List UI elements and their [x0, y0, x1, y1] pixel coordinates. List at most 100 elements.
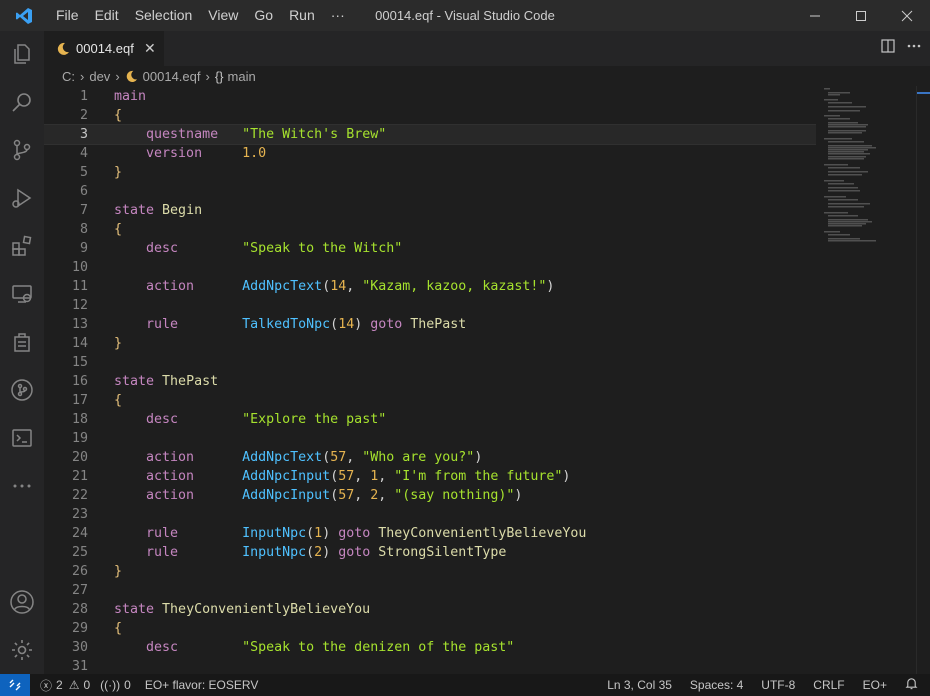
remote-indicator-icon[interactable]: [0, 674, 30, 696]
breadcrumb-drive[interactable]: C:: [62, 69, 75, 84]
line-number: 18: [71, 412, 88, 427]
code-line[interactable]: 7 state Begin: [44, 201, 816, 220]
menu-view[interactable]: View: [200, 0, 246, 31]
code-editor[interactable]: 1 main 2{3 questname "The Witch's Brew" 4 v…: [44, 86, 816, 674]
code-line[interactable]: 5}: [44, 163, 816, 182]
code-line[interactable]: 31: [44, 657, 816, 674]
ports-indicator[interactable]: ((·)) 0: [100, 678, 131, 692]
indentation[interactable]: Spaces: 4: [690, 678, 743, 692]
code-line[interactable]: 15: [44, 353, 816, 372]
split-editor-icon[interactable]: [880, 38, 896, 59]
line-number: 16: [71, 374, 88, 389]
flavor-indicator[interactable]: EO+ flavor: EOSERV: [145, 678, 259, 692]
cursor-position-marker: [917, 92, 930, 94]
code-line[interactable]: 18 desc "Explore the past": [44, 410, 816, 429]
language-mode[interactable]: EO+: [863, 678, 887, 692]
line-text: questname "The Witch's Brew": [146, 127, 387, 142]
close-icon[interactable]: [884, 0, 930, 31]
code-line[interactable]: 11 action AddNpcText(14, "Kazam, kazoo, …: [44, 277, 816, 296]
code-line[interactable]: 12: [44, 296, 816, 315]
encoding[interactable]: UTF-8: [761, 678, 795, 692]
line-number: 14: [71, 336, 88, 351]
code-line[interactable]: 8{: [44, 220, 816, 239]
breadcrumb-folder[interactable]: dev: [89, 69, 110, 84]
line-number: 26: [71, 564, 88, 579]
line-number: 30: [71, 640, 88, 655]
tab-close-icon[interactable]: ✕: [144, 40, 156, 57]
code-line[interactable]: 25 rule InputNpc(2) goto StrongSilentTyp…: [44, 543, 816, 562]
maximize-icon[interactable]: [838, 0, 884, 31]
line-text: }: [114, 564, 123, 579]
line-number: 19: [71, 431, 88, 446]
code-line[interactable]: 20 action AddNpcText(57, "Who are you?"): [44, 448, 816, 467]
code-line[interactable]: 14}: [44, 334, 816, 353]
code-line[interactable]: 13 rule TalkedToNpc(14) goto ThePast: [44, 315, 816, 334]
code-line[interactable]: 10: [44, 258, 816, 277]
code-line[interactable]: 29 {: [44, 619, 816, 638]
code-line[interactable]: 16 state ThePast: [44, 372, 816, 391]
menu-more[interactable]: ···: [323, 0, 353, 31]
line-number: 12: [71, 298, 88, 313]
remote-explorer-icon[interactable]: [0, 274, 44, 314]
run-debug-icon[interactable]: [0, 178, 44, 218]
code-line[interactable]: 22 action AddNpcInput(57, 2, "(say nothi…: [44, 486, 816, 505]
chevron-right-icon: ›: [205, 68, 210, 84]
line-text: rule InputNpc(1) goto TheyConvenientlyBe…: [146, 526, 587, 541]
cursor-position[interactable]: Ln 3, Col 35: [607, 678, 672, 692]
code-line[interactable]: 27: [44, 581, 816, 600]
minimap-preview: [824, 88, 876, 242]
minimize-icon[interactable]: [792, 0, 838, 31]
tab-00014-eqf[interactable]: 00014.eqf ✕: [44, 31, 164, 66]
account-icon[interactable]: [0, 582, 44, 622]
line-number: 23: [71, 507, 88, 522]
menu-run[interactable]: Run: [281, 0, 323, 31]
line-number: 27: [71, 583, 88, 598]
code-line[interactable]: 4 version 1.0: [44, 144, 816, 163]
code-line[interactable]: 3 questname "The Witch's Brew": [44, 124, 816, 145]
end-of-line[interactable]: CRLF: [813, 678, 844, 692]
moon-file-icon: [56, 42, 70, 56]
code-line[interactable]: 23: [44, 505, 816, 524]
code-line[interactable]: 9 desc "Speak to the Witch": [44, 239, 816, 258]
extensions-icon[interactable]: [0, 226, 44, 266]
problems-indicator[interactable]: ⓧ 2 ⚠ 0: [40, 677, 90, 694]
notifications-bell-icon[interactable]: [905, 677, 918, 693]
search-icon[interactable]: [0, 82, 44, 122]
line-number: 20: [71, 450, 88, 465]
code-line[interactable]: 17 {: [44, 391, 816, 410]
code-line[interactable]: 6: [44, 182, 816, 201]
line-text: action AddNpcText(57, "Who are you?"): [146, 450, 483, 465]
minimap[interactable]: [816, 86, 916, 674]
code-line[interactable]: 24 rule InputNpc(1) goto TheyConvenientl…: [44, 524, 816, 543]
line-number: 25: [71, 545, 88, 560]
source-control-icon[interactable]: [0, 130, 44, 170]
menu-selection[interactable]: Selection: [127, 0, 201, 31]
line-number: 8: [79, 222, 88, 237]
chevron-right-icon: ›: [80, 68, 85, 84]
git-graph-icon[interactable]: [0, 370, 44, 410]
code-line[interactable]: 30 desc "Speak to the denizen of the pas…: [44, 638, 816, 657]
line-number: 31: [71, 659, 88, 674]
line-number: 10: [71, 260, 88, 275]
more-actions-icon[interactable]: [906, 38, 922, 59]
menu-file[interactable]: File: [48, 0, 87, 31]
terminal-icon[interactable]: [0, 418, 44, 458]
test-icon[interactable]: [0, 322, 44, 362]
code-line[interactable]: 26}: [44, 562, 816, 581]
line-text: desc "Speak to the Witch": [146, 241, 403, 256]
code-line[interactable]: 28 state TheyConvenientlyBelieveYou: [44, 600, 816, 619]
code-line[interactable]: 1 main: [44, 87, 816, 106]
menu-edit[interactable]: Edit: [87, 0, 127, 31]
explorer-icon[interactable]: [0, 34, 44, 74]
menu-go[interactable]: Go: [246, 0, 281, 31]
more-icon[interactable]: [0, 466, 44, 506]
vertical-scrollbar[interactable]: [916, 86, 930, 674]
code-line[interactable]: 21 action AddNpcInput(57, 1, "I'm from t…: [44, 467, 816, 486]
settings-gear-icon[interactable]: [0, 630, 44, 670]
code-line[interactable]: 2{: [44, 106, 816, 125]
line-number: 29: [71, 621, 88, 636]
breadcrumb-file[interactable]: 00014.eqf: [143, 69, 201, 84]
line-number: 7: [79, 203, 88, 218]
code-line[interactable]: 19: [44, 429, 816, 448]
breadcrumb-symbol[interactable]: main: [228, 69, 256, 84]
